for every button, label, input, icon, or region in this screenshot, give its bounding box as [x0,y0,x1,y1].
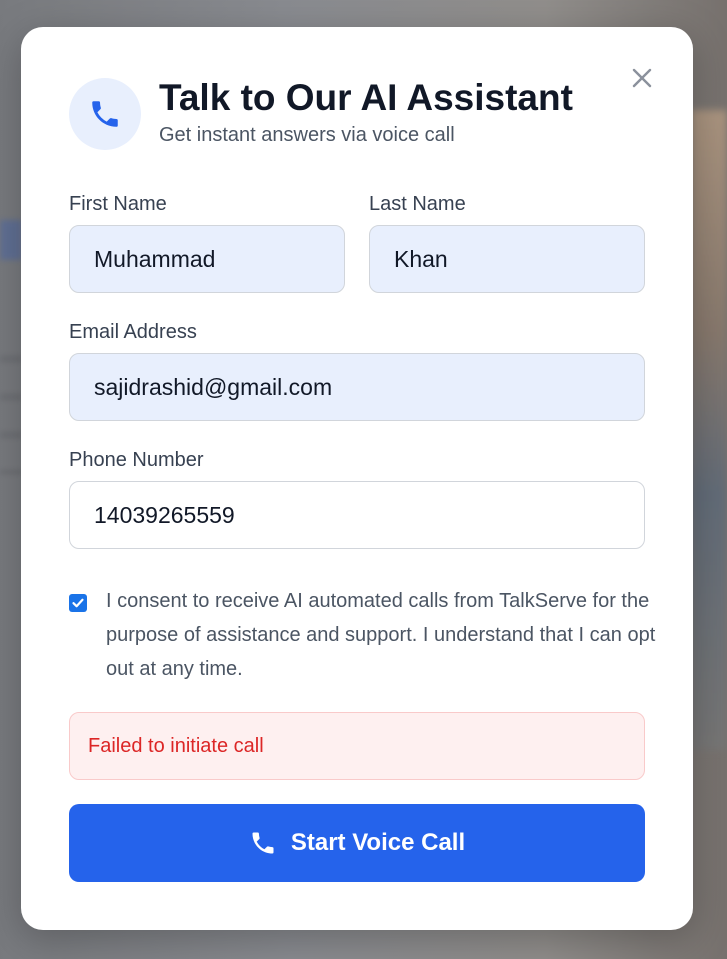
phone-icon-badge [69,78,141,150]
background-content-fragment [0,220,22,260]
consent-checkbox[interactable] [69,594,87,612]
phone-icon [252,832,274,854]
background-content-fragment [0,355,22,475]
last-name-label: Last Name [369,193,466,215]
close-icon [632,68,652,88]
error-message: Failed to initiate call [88,734,264,757]
first-name-label: First Name [69,193,167,215]
background-image-fragment [691,110,727,750]
modal-subtitle: Get instant answers via voice call [159,124,455,146]
last-name-input[interactable]: Khan [369,225,645,293]
start-voice-call-label: Start Voice Call [290,829,466,856]
email-input[interactable]: sajidrashid@gmail.com [69,353,645,421]
voice-call-modal: Talk to Our AI Assistant Get instant ans… [21,27,693,930]
close-button[interactable] [629,65,655,91]
email-label: Email Address [69,321,197,343]
phone-input[interactable]: 14039265559 [69,481,645,549]
consent-text: I consent to receive AI automated calls … [106,590,656,680]
checkmark-icon [72,598,84,608]
error-alert: Failed to initiate call [69,712,645,780]
phone-label: Phone Number [69,449,204,471]
phone-icon [92,101,118,127]
modal-header: Talk to Our AI Assistant Get instant ans… [69,77,573,150]
start-voice-call-button[interactable]: Start Voice Call [69,804,645,882]
modal-title: Talk to Our AI Assistant [159,77,573,118]
first-name-input[interactable]: Muhammad [69,225,345,293]
